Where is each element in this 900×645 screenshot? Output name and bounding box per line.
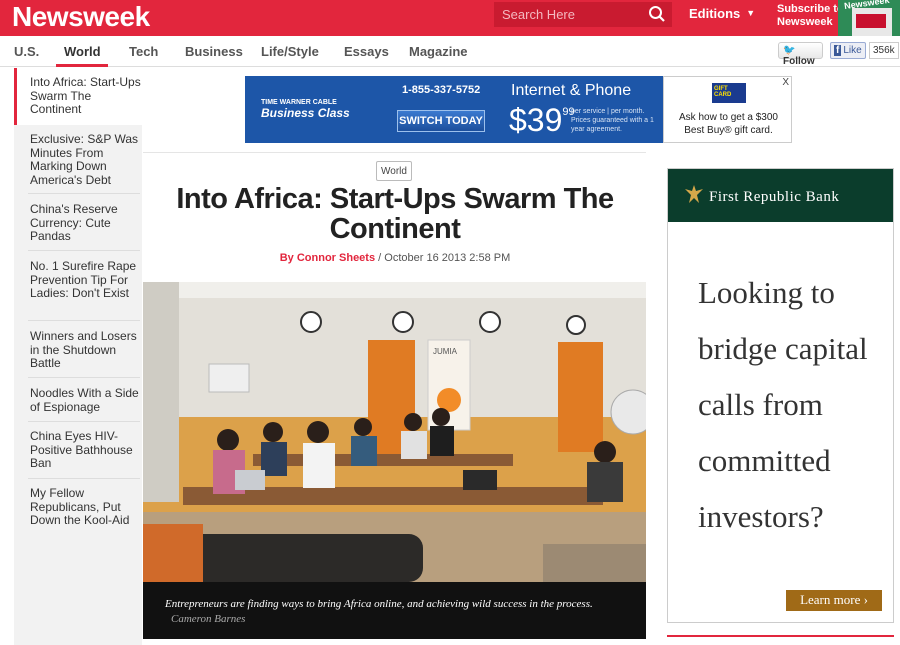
subscribe-line-2: Newsweek bbox=[777, 16, 833, 28]
section-tag[interactable]: World bbox=[376, 161, 412, 181]
twitter-bird-icon: 🐦 bbox=[783, 45, 796, 56]
top-bar: Newsweek Search Here Editions ▼ Subscribe… bbox=[0, 0, 900, 36]
cover-flag bbox=[856, 14, 886, 28]
photo-caption: Entrepreneurs are finding ways to bring … bbox=[143, 582, 646, 639]
search-box[interactable]: Search Here bbox=[494, 2, 672, 27]
nav-magazine[interactable]: Magazine bbox=[409, 44, 468, 59]
author-link[interactable]: By Connor Sheets bbox=[280, 252, 375, 264]
ad-phone: 1-855-337-5752 bbox=[402, 84, 481, 96]
article-photo: JUMIA bbox=[143, 282, 646, 582]
twitter-follow-button[interactable]: 🐦Follow bbox=[778, 42, 823, 67]
nav-world[interactable]: World bbox=[64, 44, 101, 59]
sidebar-story-2[interactable]: Exclusive: S&P Was Minutes From Marking … bbox=[14, 132, 142, 187]
ad-copy: Looking to bridge capital calls from com… bbox=[698, 275, 868, 534]
nav-essays[interactable]: Essays bbox=[344, 44, 389, 59]
section-nav: U.S. World Tech Business Life/Style Essa… bbox=[0, 36, 900, 67]
active-nav-underline bbox=[56, 64, 108, 67]
chevron-down-icon: ▼ bbox=[746, 8, 756, 18]
ad-price-fine: per service | per month. Prices guarante… bbox=[571, 108, 654, 133]
ad-brand: TIME WARNER CABLE Business Class bbox=[261, 98, 350, 121]
sidebar-divider bbox=[28, 478, 140, 479]
nav-tech[interactable]: Tech bbox=[129, 44, 158, 59]
sidebar-story-8[interactable]: My Fellow Republicans, Put Down the Kool… bbox=[14, 486, 142, 528]
sidebar-story-7[interactable]: China Eyes HIV-Positive Bathhouse Ban bbox=[14, 429, 142, 471]
gift-card-icon: GIFT CARD bbox=[712, 83, 746, 103]
ad-brand-big: Business Class bbox=[261, 106, 350, 120]
twitter-follow-label: Follow bbox=[783, 56, 815, 67]
sidebar-divider bbox=[28, 377, 140, 378]
newsweek-logo[interactable]: Newsweek bbox=[12, 1, 150, 33]
banner-ad[interactable]: TIME WARNER CABLE Business Class 1-855-3… bbox=[245, 76, 792, 143]
related-stories-sidebar: Into Africa: Start-Ups Swarm The Contine… bbox=[14, 68, 142, 645]
search-icon[interactable] bbox=[648, 5, 666, 23]
nav-business[interactable]: Business bbox=[185, 44, 243, 59]
ad-gift-text: Ask how to get a $300 Best Buy® gift car… bbox=[679, 112, 778, 136]
sidebar-story-4[interactable]: No. 1 Surefire Rape Prevention Tip For L… bbox=[14, 259, 142, 301]
sidebar-story-1[interactable]: Into Africa: Start-Ups Swarm The Contine… bbox=[14, 68, 142, 125]
publish-date: / October 16 2013 2:58 PM bbox=[378, 252, 511, 264]
facebook-icon: f bbox=[834, 45, 842, 56]
facebook-like-count: 356k bbox=[869, 42, 899, 59]
editions-label: Editions bbox=[689, 6, 741, 21]
sidebar-divider bbox=[28, 320, 140, 321]
learn-more-button[interactable]: Learn more › bbox=[786, 590, 882, 611]
magazine-cover-thumbnail[interactable]: Newsweek bbox=[838, 0, 900, 36]
nav-lifestyle[interactable]: Life/Style bbox=[261, 44, 319, 59]
office-scene-illustration: JUMIA bbox=[143, 282, 646, 582]
right-column-rule bbox=[667, 635, 894, 637]
sidebar-story-3[interactable]: China's Reserve Currency: Cute Pandas bbox=[14, 202, 142, 244]
nav-us[interactable]: U.S. bbox=[14, 44, 39, 59]
subscribe-line-1: Subscribe to bbox=[777, 3, 844, 15]
photo-sign: JUMIA bbox=[433, 347, 458, 356]
photo-credit: Cameron Barnes bbox=[171, 613, 246, 625]
bank-name: First Republic Bank bbox=[709, 189, 840, 205]
sidebar-divider bbox=[28, 250, 140, 251]
sidebar-divider bbox=[28, 193, 140, 194]
ad-product: Internet & Phone bbox=[511, 82, 632, 99]
subscribe-link[interactable]: Subscribe to Newsweek bbox=[777, 3, 844, 29]
facebook-like-label: Like bbox=[843, 45, 862, 56]
facebook-like-button[interactable]: f Like bbox=[830, 42, 866, 59]
eagle-icon bbox=[685, 185, 703, 203]
article-divider bbox=[143, 152, 646, 153]
caption-text: Entrepreneurs are finding ways to bring … bbox=[165, 598, 593, 610]
ad-switch-button[interactable]: SWITCH TODAY bbox=[397, 110, 485, 132]
bank-header: First Republic Bank bbox=[668, 169, 893, 222]
ad-price: $3999 bbox=[509, 102, 575, 139]
sidebar-divider bbox=[28, 421, 140, 422]
sidebar-story-6[interactable]: Noodles With a Side of Espionage bbox=[14, 386, 142, 414]
sidebar-ad[interactable]: First Republic Bank Looking to bridge ca… bbox=[667, 168, 894, 623]
byline: By Connor Sheets / October 16 2013 2:58 … bbox=[145, 252, 645, 264]
search-input[interactable]: Search Here bbox=[502, 7, 575, 22]
ad-gift-panel: GIFT CARD Ask how to get a $300 Best Buy… bbox=[663, 76, 792, 143]
editions-dropdown[interactable]: Editions ▼ bbox=[689, 6, 755, 21]
ad-price-dollars: $39 bbox=[509, 102, 563, 138]
article-headline: Into Africa: Start-Ups Swarm The Contine… bbox=[176, 183, 614, 245]
sidebar-story-5[interactable]: Winners and Losers in the Shutdown Battl… bbox=[14, 329, 142, 371]
ad-close-icon[interactable]: X bbox=[782, 77, 789, 88]
